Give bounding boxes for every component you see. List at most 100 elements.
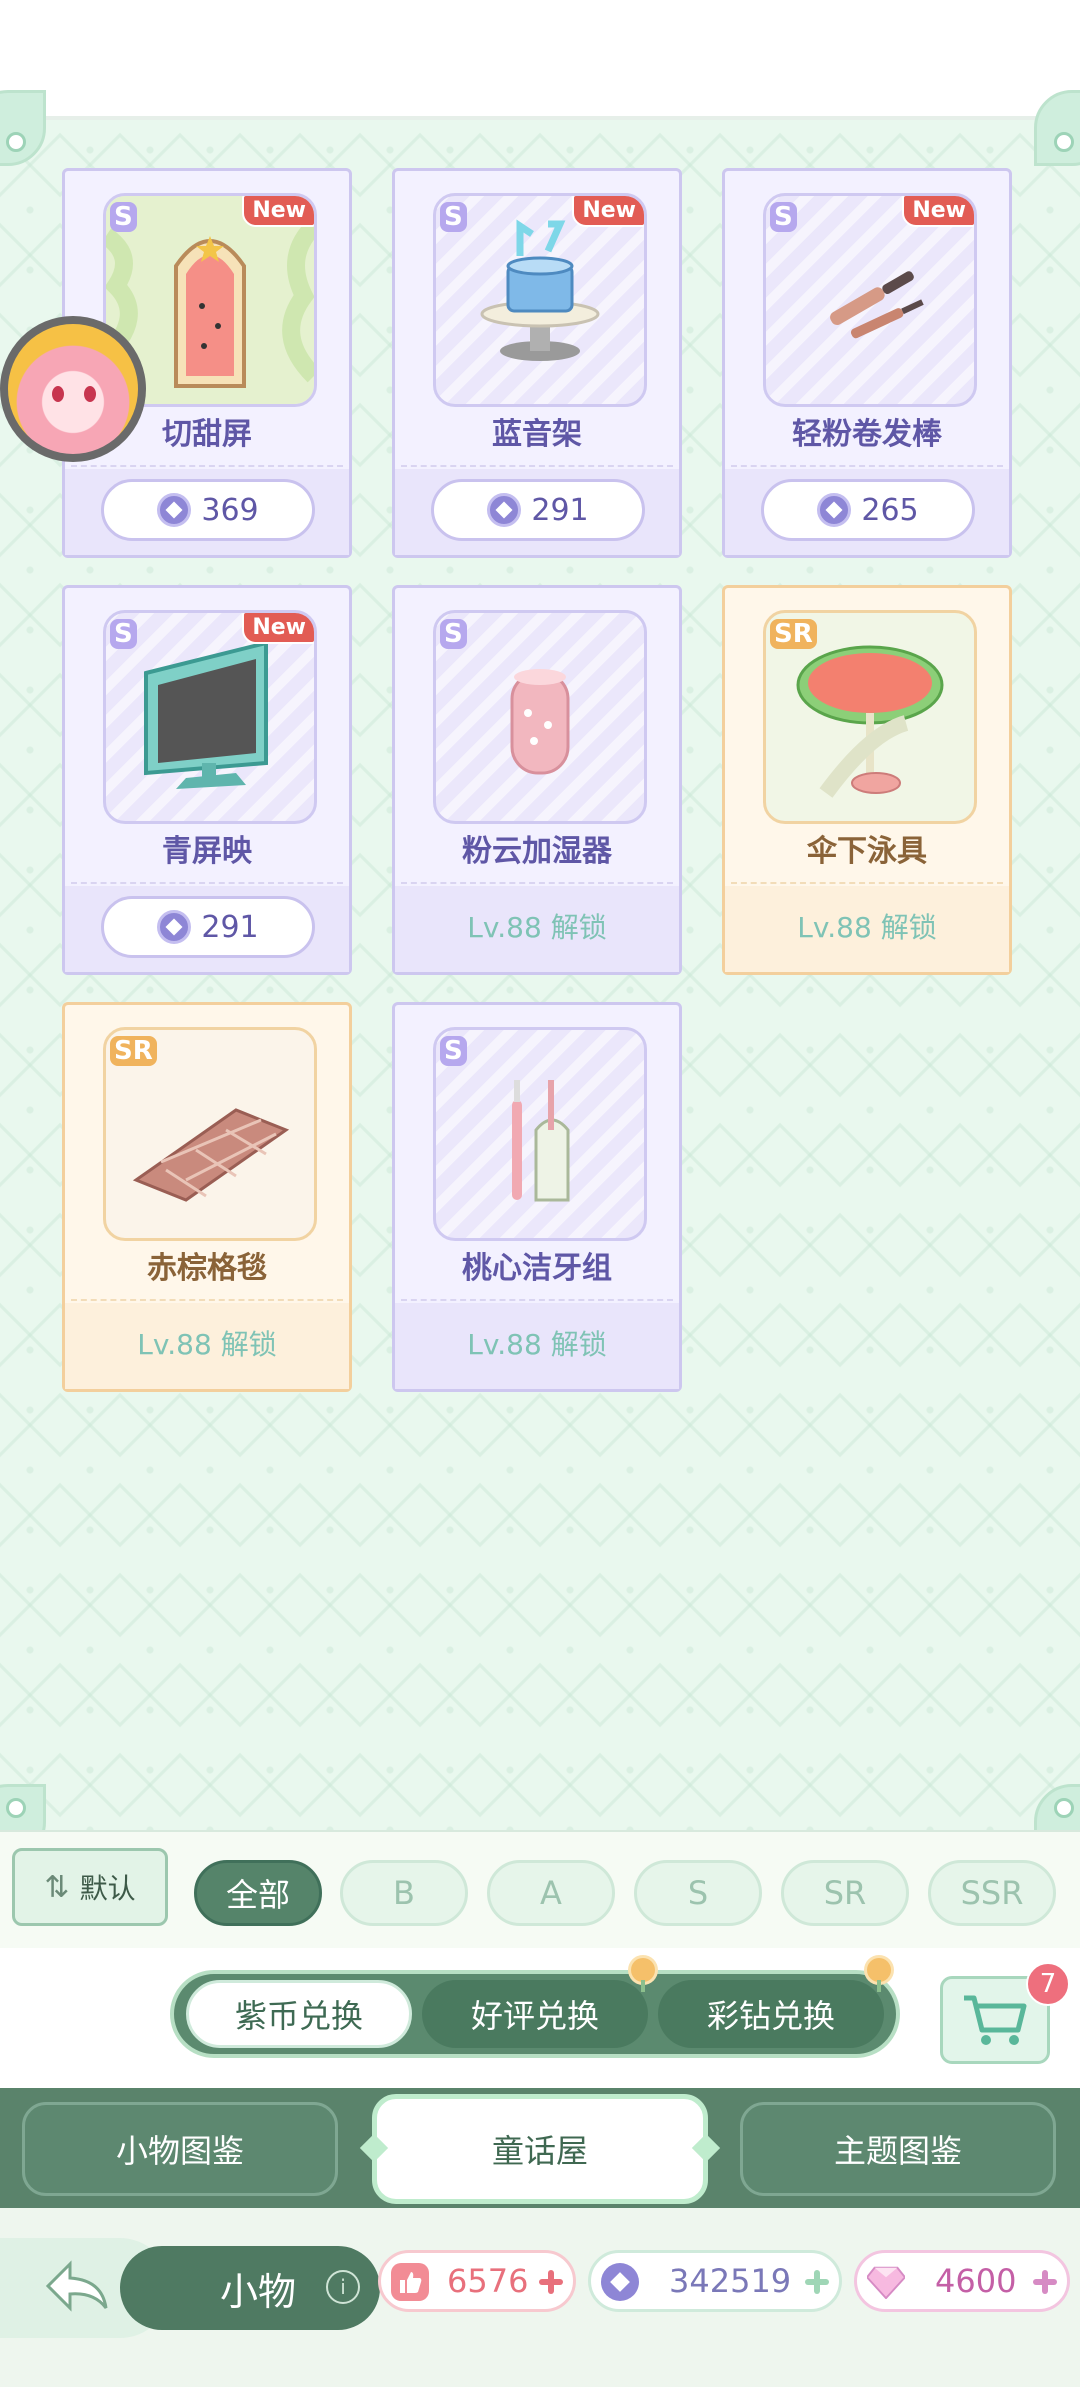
price-button[interactable]: 291	[101, 896, 315, 958]
add-coins-icon[interactable]	[805, 2270, 829, 2294]
price-value: 291	[201, 909, 259, 945]
price-value: 291	[531, 492, 589, 528]
card-footer: 291	[65, 886, 349, 972]
item-image: S New	[763, 193, 977, 407]
item-name: 青屏映	[162, 834, 252, 869]
new-badge: New	[902, 196, 974, 227]
section-title: 小物	[220, 2269, 297, 2314]
price-button[interactable]: 265	[761, 479, 975, 541]
diamond-icon	[867, 2263, 905, 2301]
item-name: 粉云加湿器	[462, 834, 612, 869]
card-footer: Lv.88 解锁	[725, 886, 1009, 972]
item-name: 轻粉卷发棒	[792, 417, 942, 452]
tab-purple-coin-exchange[interactable]: 紫币兑换	[186, 1980, 412, 2048]
bottom-status-bar: 小物 i 6576 342519 4600	[0, 2208, 1080, 2387]
sort-arrows-icon: ⇅	[44, 1869, 70, 1905]
tab-diamond-exchange[interactable]: 彩钻兑换	[658, 1980, 884, 2048]
corner-ornament-bottom-right	[1000, 1750, 1080, 1860]
purple-coin-icon	[157, 910, 192, 944]
main-nav-bar: 小物图鉴 童话屋 主题图鉴	[0, 2088, 1080, 2208]
purple-coin-value: 342519	[669, 2262, 792, 2300]
info-icon[interactable]: i	[326, 2270, 360, 2304]
filter-tab-ssr[interactable]: SSR	[928, 1860, 1056, 1926]
card-divider	[401, 465, 673, 467]
add-diamonds-icon[interactable]	[1033, 2270, 1057, 2294]
item-image: S	[433, 1027, 647, 1241]
rarity-badge: S	[440, 202, 467, 232]
item-image: SR	[103, 1027, 317, 1241]
exchange-tab-group: 紫币兑换 好评兑换 彩钻兑换	[170, 1970, 900, 2058]
unlock-requirement: Lv.88 解锁	[137, 1328, 277, 1361]
cart-count-badge: 7	[1026, 1962, 1070, 2006]
price-value: 369	[201, 492, 259, 528]
item-card[interactable]: S New 青屏映 291	[62, 585, 352, 975]
item-card[interactable]: SR 赤棕格毯 Lv.88 解锁	[62, 1002, 352, 1392]
filter-tab-all[interactable]: 全部	[194, 1860, 322, 1926]
card-divider	[71, 1299, 343, 1301]
exchange-section: 紫币兑换 好评兑换 彩钻兑换 7	[0, 1948, 1080, 2088]
nav-tab-fairy-house[interactable]: 童话屋	[372, 2094, 708, 2204]
item-image: S	[433, 610, 647, 824]
flower-icon	[864, 1958, 894, 1992]
item-image: SR	[763, 610, 977, 824]
back-arrow-icon	[45, 2260, 108, 2312]
corner-ornament-top-right	[1000, 90, 1080, 200]
item-card[interactable]: S 粉云加湿器 Lv.88 解锁	[392, 585, 682, 975]
flower-icon	[628, 1958, 658, 1992]
add-likes-icon[interactable]	[539, 2270, 563, 2294]
filter-tab-b[interactable]: B	[340, 1860, 468, 1926]
card-footer: 369	[65, 469, 349, 555]
rarity-badge: SR	[110, 1036, 157, 1066]
back-button[interactable]: 小物 i	[0, 2238, 380, 2338]
card-divider	[71, 465, 343, 467]
price-button[interactable]: 291	[431, 479, 645, 541]
sort-button[interactable]: ⇅ 默认	[12, 1848, 168, 1926]
card-footer: 291	[395, 469, 679, 555]
new-badge: New	[242, 613, 314, 644]
rarity-filter-bar: ⇅ 默认 全部 B A S SR SSR	[0, 1830, 1080, 1952]
filter-tab-a[interactable]: A	[487, 1860, 615, 1926]
item-name: 桃心洁牙组	[462, 1251, 612, 1286]
currency-likes: 6576	[378, 2250, 576, 2312]
purple-coin-icon	[157, 493, 192, 527]
card-divider	[731, 465, 1003, 467]
item-card[interactable]: S New 蓝音架 291	[392, 168, 682, 558]
item-name: 赤棕格毯	[147, 1251, 267, 1286]
filter-tab-s[interactable]: S	[634, 1860, 762, 1926]
likes-value: 6576	[447, 2262, 529, 2300]
rarity-badge: SR	[770, 619, 817, 649]
cart-icon	[964, 1995, 1027, 2045]
thumbs-up-icon	[391, 2263, 429, 2301]
rarity-badge: S	[440, 619, 467, 649]
item-image: S New	[433, 193, 647, 407]
tab-review-exchange[interactable]: 好评兑换	[422, 1980, 648, 2048]
floating-avatar[interactable]	[0, 316, 146, 462]
sort-label: 默认	[79, 1872, 136, 1905]
nav-tab-item-catalog[interactable]: 小物图鉴	[22, 2102, 338, 2196]
card-footer: Lv.88 解锁	[395, 1303, 679, 1389]
card-footer: Lv.88 解锁	[65, 1303, 349, 1389]
nav-tab-theme-catalog[interactable]: 主题图鉴	[740, 2102, 1056, 2196]
status-area	[0, 0, 1080, 118]
card-divider	[401, 1299, 673, 1301]
card-divider	[731, 882, 1003, 884]
currency-purple-coins: 342519	[588, 2250, 842, 2312]
card-footer: 265	[725, 469, 1009, 555]
item-card[interactable]: S New 轻粉卷发棒 265	[722, 168, 1012, 558]
price-value: 265	[861, 492, 919, 528]
corner-ornament-bottom-left	[0, 1750, 80, 1860]
rarity-badge: S	[110, 619, 137, 649]
rarity-badge: S	[770, 202, 797, 232]
rarity-badge: S	[110, 202, 137, 232]
currency-diamonds: 4600	[854, 2250, 1070, 2312]
item-card[interactable]: S 桃心洁牙组 Lv.88 解锁	[392, 1002, 682, 1392]
item-image: S New	[103, 610, 317, 824]
unlock-requirement: Lv.88 解锁	[467, 1328, 607, 1361]
price-button[interactable]: 369	[101, 479, 315, 541]
card-footer: Lv.88 解锁	[395, 886, 679, 972]
item-card[interactable]: SR 伞下泳具 Lv.88 解锁	[722, 585, 1012, 975]
purple-coin-icon	[487, 493, 522, 527]
unlock-requirement: Lv.88 解锁	[467, 911, 607, 944]
unlock-requirement: Lv.88 解锁	[797, 911, 937, 944]
filter-tab-sr[interactable]: SR	[781, 1860, 909, 1926]
